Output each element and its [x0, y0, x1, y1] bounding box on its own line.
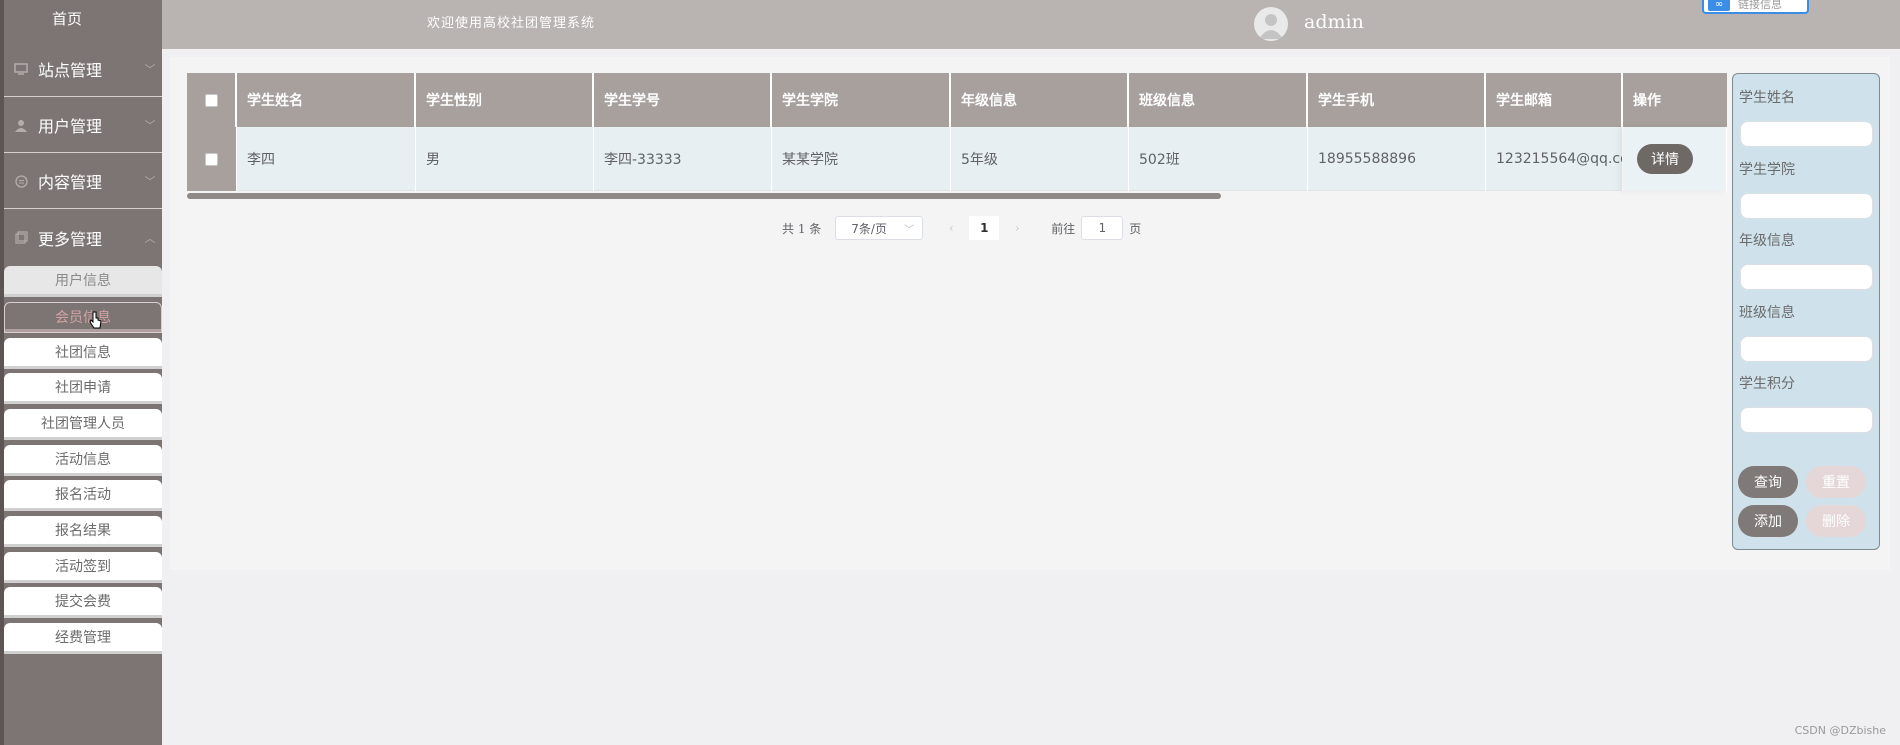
th-gender: 学生性别: [416, 73, 594, 127]
avatar[interactable]: [1254, 7, 1288, 41]
search-label-class: 班级信息: [1739, 305, 1795, 321]
sidebar-menu-site[interactable]: 站点管理 ﹀: [4, 42, 162, 97]
pagination: 共 1 条 7条/页 ﹀ ‹ 1 › 前往 页: [782, 215, 1141, 241]
page-size-select[interactable]: 7条/页 ﹀: [835, 216, 924, 240]
table-header: 学生姓名 学生性别 学生学号 学生学院 年级信息 班级信息 学生手机 学生邮箱 …: [187, 73, 1727, 127]
add-button[interactable]: 添加: [1738, 505, 1798, 537]
chevron-up-icon: ︿: [144, 231, 156, 245]
th-name: 学生姓名: [237, 73, 416, 127]
th-phone: 学生手机: [1308, 73, 1486, 127]
sidebar-item-user-info[interactable]: 用户信息: [4, 266, 162, 297]
sidebar-item-submit-fee[interactable]: 提交会费: [4, 587, 162, 618]
th-grade: 年级信息: [951, 73, 1129, 127]
cell-grade: 5年级: [951, 127, 1129, 191]
chevron-left-icon: ‹: [948, 221, 954, 235]
search-label-grade: 年级信息: [1739, 233, 1795, 249]
sidebar-home[interactable]: 首页: [4, 0, 162, 40]
th-college: 学生学院: [772, 73, 951, 127]
goto-page-input[interactable]: [1081, 216, 1124, 240]
search-input-college[interactable]: [1740, 193, 1873, 219]
sidebar: 首页 站点管理 ﹀ 用户管理 ﹀ 内容管理 ﹀ 更多管理 ︿ 用户信息 会员信息…: [0, 0, 162, 745]
watermark: CSDN @DZbishe: [1794, 724, 1886, 737]
link-badge[interactable]: ∞ 链接信息: [1702, 0, 1809, 14]
row-checkbox[interactable]: [205, 152, 218, 166]
sidebar-menu-label: 站点管理: [38, 61, 103, 80]
chevron-down-icon: ﹀: [144, 175, 156, 188]
page-number-current[interactable]: 1: [969, 216, 1000, 240]
table-horizontal-scrollbar[interactable]: [187, 193, 1221, 199]
cell-name: 李四: [237, 127, 416, 191]
cell-class: 502班: [1129, 127, 1308, 191]
sidebar-item-member-info[interactable]: 会员信息: [4, 302, 162, 333]
cell-action: 详情: [1623, 127, 1727, 191]
search-label-score: 学生积分: [1739, 376, 1795, 392]
sidebar-menu-label: 更多管理: [38, 229, 103, 249]
th-class: 班级信息: [1129, 73, 1308, 127]
sidebar-item-club-admin[interactable]: 社团管理人员: [4, 409, 162, 440]
top-header: 欢迎使用高校社团管理系统 admin ∞ 链接信息: [162, 0, 1900, 49]
copy-icon: [14, 231, 28, 245]
search-label-name: 学生姓名: [1739, 90, 1795, 106]
prev-page-button[interactable]: ‹: [937, 216, 966, 240]
monitor-icon: [14, 62, 28, 76]
th-email: 学生邮箱: [1486, 73, 1623, 127]
cell-student-no: 李四-33333: [594, 127, 772, 191]
chevron-right-icon: ›: [1014, 221, 1020, 235]
chevron-down-icon: ﹀: [144, 63, 156, 76]
sidebar-menu-content[interactable]: 内容管理 ﹀: [4, 154, 162, 209]
sidebar-menu-label: 内容管理: [38, 173, 103, 192]
sidebar-menu-label: 用户管理: [38, 117, 103, 136]
goto-prefix: 前往: [1051, 221, 1076, 236]
sidebar-item-club-apply[interactable]: 社团申请: [4, 373, 162, 404]
search-input-score[interactable]: [1740, 407, 1873, 433]
cell-phone: 18955588896: [1308, 127, 1486, 191]
sidebar-item-club-info[interactable]: 社团信息: [4, 338, 162, 369]
next-page-button[interactable]: ›: [1003, 216, 1032, 240]
cell-college: 某某学院: [772, 127, 951, 191]
username[interactable]: admin: [1304, 11, 1364, 33]
select-all-checkbox[interactable]: [204, 93, 218, 107]
th-action: 操作: [1633, 93, 1661, 109]
th-student-no: 学生学号: [594, 73, 772, 127]
table-row: 李四 男 李四-33333 某某学院 5年级 502班 18955588896 …: [187, 127, 1727, 191]
delete-button[interactable]: 删除: [1806, 505, 1866, 537]
query-button[interactable]: 查询: [1738, 466, 1798, 498]
search-panel: 学生姓名 学生学院 年级信息 班级信息 学生积分 查询 重置 添加 删除: [1732, 73, 1880, 550]
welcome-text: 欢迎使用高校社团管理系统: [427, 16, 596, 31]
reset-button[interactable]: 重置: [1806, 466, 1866, 498]
sidebar-item-activity-info[interactable]: 活动信息: [4, 445, 162, 476]
data-table: 学生姓名 学生性别 学生学号 学生学院 年级信息 班级信息 学生手机 学生邮箱 …: [187, 73, 1727, 191]
search-label-college: 学生学院: [1739, 162, 1795, 178]
sidebar-item-signup-result[interactable]: 报名结果: [4, 516, 162, 547]
search-input-grade[interactable]: [1740, 264, 1873, 290]
user-avatar-icon: [1259, 14, 1283, 39]
link-badge-text: 链接信息: [1738, 0, 1782, 11]
search-input-name[interactable]: [1740, 121, 1873, 147]
detail-button[interactable]: 详情: [1637, 144, 1693, 174]
user-icon: [14, 118, 28, 132]
sidebar-item-activity-checkin[interactable]: 活动签到: [4, 552, 162, 583]
search-input-class[interactable]: [1740, 336, 1873, 362]
select-all-cell[interactable]: [187, 73, 237, 127]
row-select-cell[interactable]: [187, 127, 237, 191]
cell-email: 123215564@qq.com: [1486, 127, 1623, 191]
pagination-goto: 前往 页: [1051, 216, 1141, 240]
sidebar-menu-user[interactable]: 用户管理 ﹀: [4, 98, 162, 153]
cursor-icon: [89, 311, 102, 329]
chevron-down-icon: ﹀: [144, 119, 156, 132]
chevron-down-icon: ﹀: [904, 224, 915, 236]
goto-suffix: 页: [1129, 221, 1142, 236]
page-size-value: 7条/页: [851, 221, 887, 236]
link-icon: ∞: [1708, 0, 1730, 11]
sidebar-item-fund-manage[interactable]: 经费管理: [4, 623, 162, 654]
pagination-total: 共 1 条: [782, 221, 822, 236]
cell-gender: 男: [416, 127, 594, 191]
message-icon: [14, 174, 28, 188]
sidebar-item-signup-activity[interactable]: 报名活动: [4, 480, 162, 511]
sidebar-menu-more[interactable]: 更多管理 ︿: [4, 210, 162, 265]
